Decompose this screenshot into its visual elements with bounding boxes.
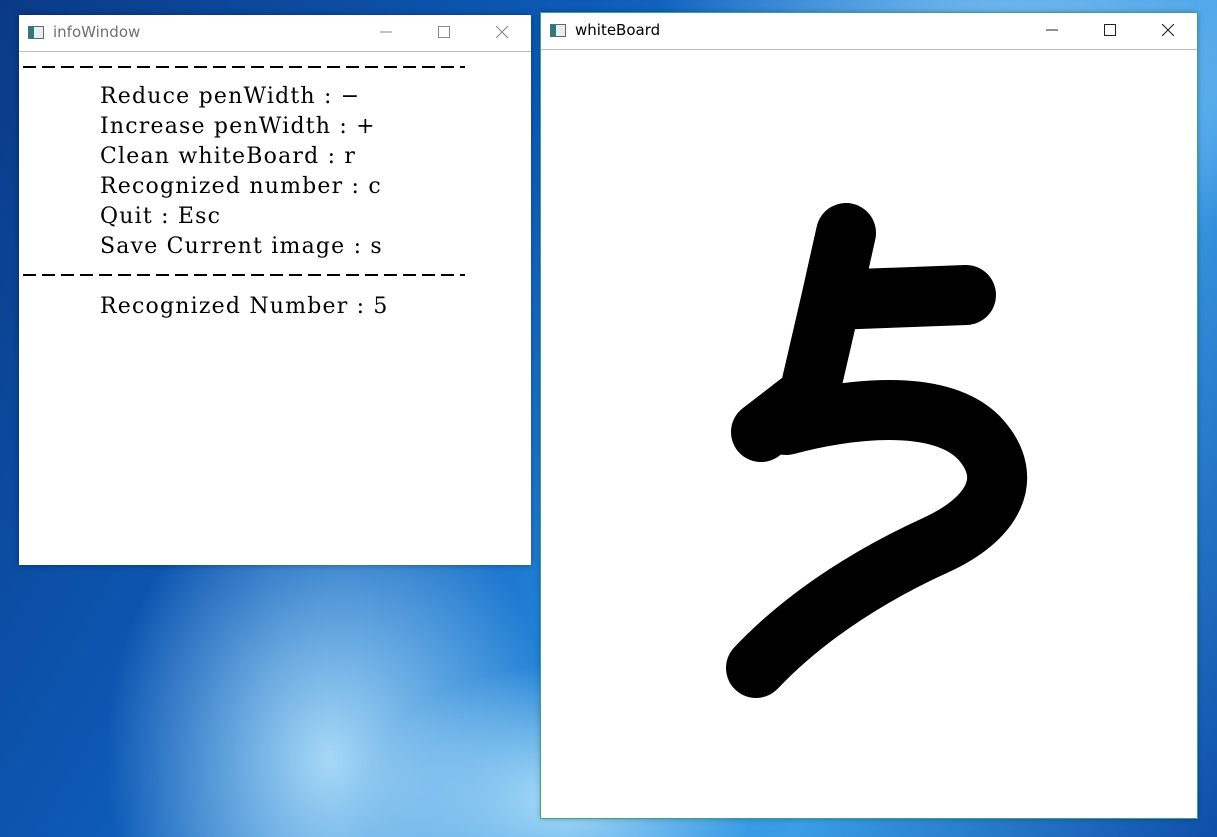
maximize-icon <box>438 26 450 38</box>
whiteboard-canvas[interactable] <box>541 49 1197 818</box>
divider-top <box>23 66 465 68</box>
help-line-quit: Quit : Esc <box>100 204 222 229</box>
handwritten-stroke <box>726 203 1028 698</box>
info-panel: Reduce penWidth : − Increase penWidth : … <box>19 51 531 565</box>
maximize-button[interactable] <box>1081 13 1139 47</box>
whiteboard-window[interactable]: whiteBoard <box>540 12 1198 819</box>
info-window-titlebar[interactable]: infoWindow <box>19 15 531 49</box>
help-line-reduce-pen-width: Reduce penWidth : − <box>100 84 361 109</box>
help-line-recognize-number: Recognized number : c <box>100 174 382 199</box>
close-button[interactable] <box>1139 13 1197 47</box>
app-icon <box>550 23 566 37</box>
close-icon <box>496 26 508 38</box>
whiteboard-titlebar[interactable]: whiteBoard <box>541 13 1197 47</box>
close-icon <box>1162 24 1174 36</box>
minimize-button[interactable] <box>1023 13 1081 47</box>
info-window[interactable]: infoWindow Reduce penWidth : − Increase … <box>19 15 531 565</box>
help-line-increase-pen-width: Increase penWidth : + <box>100 114 376 139</box>
maximize-icon <box>1104 24 1116 36</box>
help-line-save-image: Save Current image : s <box>100 234 383 259</box>
window-title: infoWindow <box>53 23 141 41</box>
recognized-number-result: Recognized Number : 5 <box>100 294 389 319</box>
minimize-button[interactable] <box>357 15 415 49</box>
divider-bottom <box>23 274 465 276</box>
minimize-icon <box>380 31 392 33</box>
help-line-clean-whiteboard: Clean whiteBoard : r <box>100 144 357 169</box>
close-button[interactable] <box>473 15 531 49</box>
minimize-icon <box>1046 29 1058 31</box>
pen-stroke <box>726 203 1028 698</box>
maximize-button[interactable] <box>415 15 473 49</box>
app-icon <box>28 25 44 39</box>
window-title: whiteBoard <box>575 21 661 39</box>
